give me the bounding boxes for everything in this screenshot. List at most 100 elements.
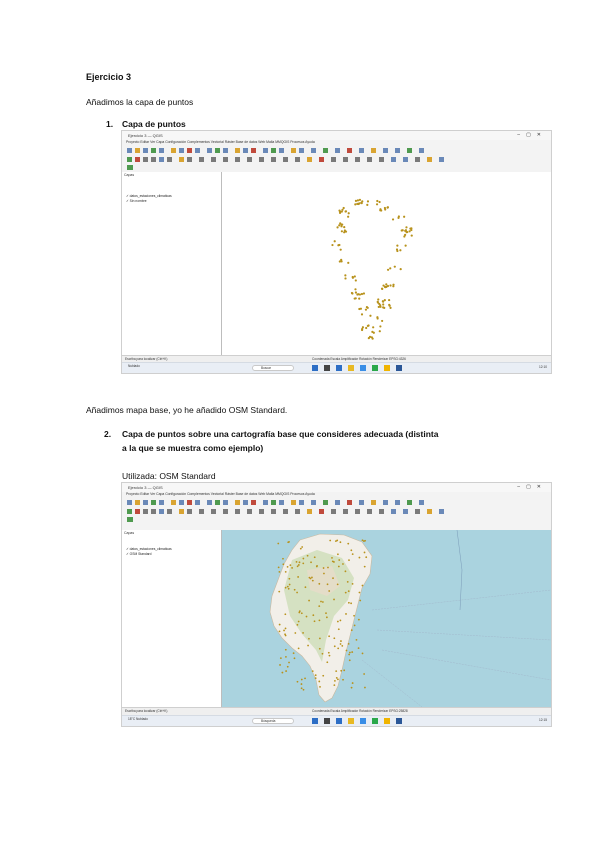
point-marker [339,643,342,645]
point-marker [342,678,344,681]
point-marker [344,277,347,280]
point-marker [354,297,357,300]
windows-taskbar: Nublado Buscar 12:10 [122,362,551,373]
layer-item-unnamed[interactable]: ✓ Sin nombre [126,199,147,203]
toolbar-icons-2[interactable] [125,508,552,515]
point-marker [287,541,290,544]
weather-widget[interactable]: 18°C Nublado [128,717,148,721]
layer-item-points[interactable]: ✓ datos_estaciones_climaticas [126,547,172,551]
point-marker [376,316,379,319]
taskbar-search[interactable]: Buscar [252,365,294,371]
point-marker [364,686,366,689]
toolbar-icons-1[interactable] [125,147,552,154]
point-marker [376,199,379,203]
point-marker [297,647,300,650]
point-marker [347,542,350,545]
toolbar-row-2[interactable] [122,155,551,164]
toolbar-row-1[interactable] [122,146,551,155]
map-canvas[interactable] [222,529,551,708]
point-marker [297,576,300,578]
point-marker [331,243,334,247]
window-controls[interactable]: –▢✕ [517,484,547,490]
point-marker [353,624,356,627]
point-marker [343,226,346,229]
locator-bar[interactable]: Escriba para localizar (Ctrl+K) [125,357,167,361]
layer-item-osm[interactable]: ✓ OSM Standard [126,552,152,556]
item-1-number: 1. [106,119,114,129]
taskbar-search[interactable]: Búsqueda [252,718,294,724]
map-canvas[interactable] [222,172,551,355]
point-marker [350,629,353,632]
point-marker [351,553,354,555]
point-marker [285,670,288,672]
taskbar-app-icons[interactable] [312,365,432,371]
layer-item-points[interactable]: ✓ datos_estaciones_climaticas [126,194,172,198]
toolbar-row-3[interactable] [122,516,551,523]
point-marker [327,651,330,654]
point-marker [314,677,317,679]
item-2-label-line1: Capa de puntos sobre una cartografía bas… [122,429,439,439]
point-marker [288,661,290,664]
exercise-title: Ejercicio 3 [86,72,132,82]
point-marker [361,327,364,331]
windows-taskbar: 18°C Nublado Búsqueda 12:15 [122,715,551,726]
point-marker [318,619,321,622]
item-2-number: 2. [104,429,112,439]
point-marker [284,586,287,589]
point-marker [305,615,308,618]
point-marker [404,229,407,232]
toolbar-row-1[interactable] [122,498,551,507]
point-marker [392,283,395,286]
point-marker [318,582,321,585]
point-marker [302,688,305,691]
point-marker [297,564,300,566]
toolbar-icons-2[interactable] [125,156,552,163]
point-marker [380,287,384,290]
point-marker [385,285,388,289]
clock: 12:10 [539,365,547,369]
point-marker [313,620,316,623]
point-marker [304,677,306,680]
point-marker [296,623,299,626]
point-marker [360,292,364,296]
locator-bar[interactable]: Escriba para localizar (Ctrl+K) [125,709,167,713]
point-marker [386,268,390,271]
point-marker [322,567,325,569]
toolbar-row-2[interactable] [122,507,551,516]
window-title: Ejercicio 3 — QGIS [128,485,163,490]
point-marker [279,664,281,666]
point-marker [332,577,334,580]
layers-panel: Capas ✓ datos_estaciones_climaticas ✓ OS… [122,530,222,707]
point-marker [397,216,400,219]
point-marker [389,284,392,287]
toolbar-icons-1[interactable] [125,499,552,506]
point-marker [296,565,299,568]
point-marker [323,572,325,575]
window-controls[interactable]: –▢✕ [517,132,547,138]
point-marker [281,671,284,674]
point-marker [306,554,309,557]
point-marker [344,210,348,213]
point-marker [403,215,406,218]
point-marker [347,642,350,645]
point-marker [353,614,355,617]
point-marker [287,587,290,590]
point-marker [288,577,291,580]
point-marker [336,539,339,542]
weather-widget[interactable]: Nublado [128,364,140,368]
point-marker [378,200,381,204]
point-marker [300,683,303,685]
point-marker [298,561,301,564]
taskbar-app-icons[interactable] [312,718,432,724]
point-marker [360,313,364,316]
point-marker [404,244,407,247]
python-icon[interactable] [125,165,552,170]
point-marker [362,292,366,295]
toolbar-row-3[interactable] [122,164,551,171]
point-marker [335,670,338,672]
point-marker [331,556,333,559]
python-icon[interactable] [125,517,552,522]
point-marker [340,210,343,213]
point-marker [354,291,358,294]
point-marker [403,235,406,238]
